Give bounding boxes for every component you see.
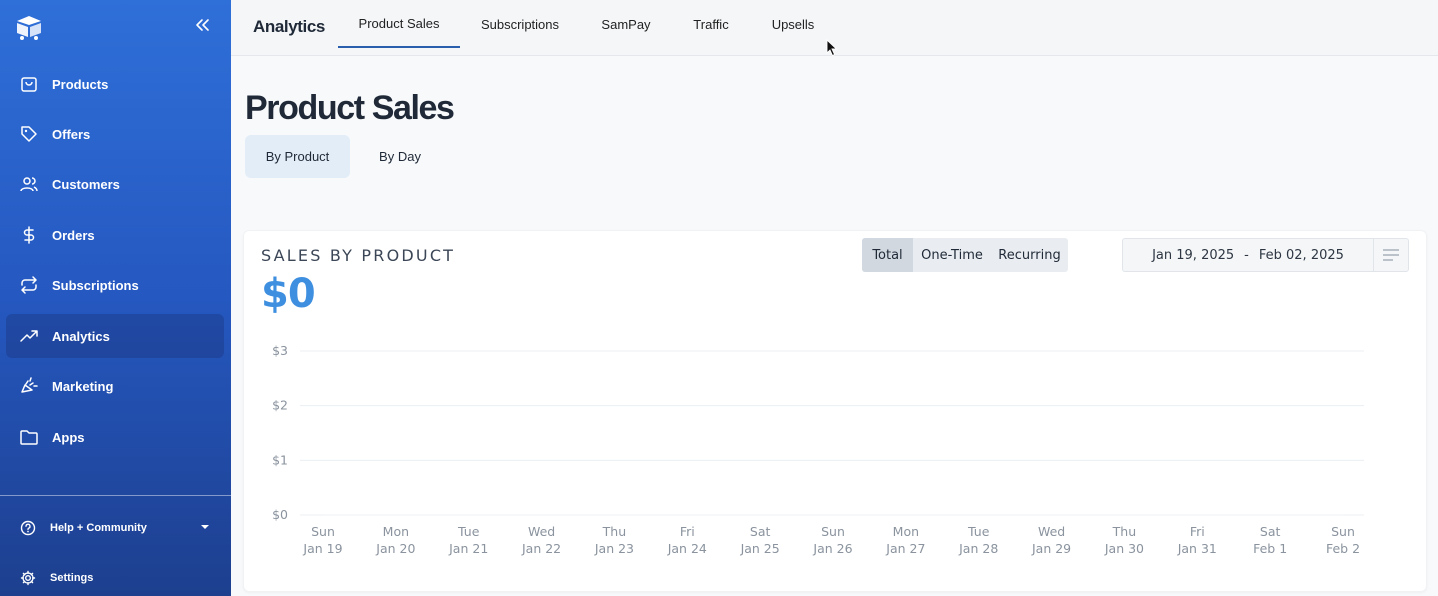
sidebar-item-marketing[interactable]: Marketing (6, 364, 224, 408)
x-tick-date: Jan 21 (448, 541, 488, 556)
tab-traffic[interactable]: Traffic (681, 0, 741, 48)
view-by-day-button[interactable]: By Day (356, 135, 444, 178)
date-range-picker[interactable]: Jan 19, 2025- Feb 02, 2025 (1122, 238, 1409, 272)
logo-icon[interactable] (14, 13, 44, 41)
tab-sampay[interactable]: SamPay (588, 0, 664, 48)
sidebar-item-products[interactable]: Products (6, 62, 224, 106)
card-title: SALES BY PRODUCT (261, 246, 456, 265)
x-tick-day: Sun (311, 524, 335, 539)
y-tick-label: $1 (272, 452, 288, 467)
x-tick-day: Wed (528, 524, 555, 539)
page-title: Product Sales (245, 89, 455, 127)
megaphone-icon (19, 376, 39, 396)
trending-up-icon (19, 326, 39, 346)
sales-total: $0 (261, 271, 316, 317)
segment-recurring[interactable]: Recurring (991, 238, 1068, 272)
x-tick-day: Sat (1260, 524, 1281, 539)
sidebar-item-label: Customers (52, 176, 120, 192)
segment-total[interactable]: Total (862, 238, 913, 272)
sidebar-item-customers[interactable]: Customers (6, 162, 224, 206)
settings-link[interactable]: Settings (14, 563, 219, 593)
sidebar-item-offers[interactable]: Offers (6, 112, 224, 156)
segment-one-time[interactable]: One-Time (913, 238, 991, 272)
sidebar: Products Offers Customers Orders Subscri… (0, 0, 231, 596)
view-by-product-button[interactable]: By Product (245, 135, 350, 178)
date-separator: - (1244, 247, 1249, 263)
tab-subscriptions[interactable]: Subscriptions (468, 0, 572, 48)
sales-chart: $0 $1 $2 $3 Sun Jan 19 Mon Jan 20 Tue Jan 21 Wed Ja… (272, 343, 1364, 556)
x-tick-day: Mon (383, 524, 409, 539)
gear-icon (20, 570, 36, 586)
x-tick-date: Jan 19 (302, 541, 342, 556)
help-community-menu[interactable]: Help + Community (14, 513, 219, 543)
sales-type-segmented-control: Total One-Time Recurring (862, 238, 1068, 272)
x-tick-day: Sun (821, 524, 845, 539)
folder-icon (19, 427, 39, 447)
section-title: Analytics (253, 17, 325, 36)
x-tick-day: Wed (1038, 524, 1065, 539)
x-tick-date: Jan 26 (812, 541, 852, 556)
x-tick-date: Jan 28 (958, 541, 998, 556)
x-tick-day: Tue (457, 524, 480, 539)
x-tick-date: Jan 30 (1104, 541, 1144, 556)
x-tick-date: Feb 1 (1253, 541, 1287, 556)
mouse-pointer-icon (826, 39, 838, 57)
x-tick-date: Jan 27 (885, 541, 925, 556)
x-tick-date: Jan 20 (375, 541, 415, 556)
x-tick-day: Mon (893, 524, 919, 539)
shopping-bag-icon (19, 74, 39, 94)
x-tick-day: Fri (1190, 524, 1205, 539)
tag-icon (19, 124, 39, 144)
collapse-sidebar-icon[interactable] (193, 14, 211, 36)
sidebar-item-label: Apps (52, 429, 85, 445)
x-tick-date: Jan 25 (740, 541, 780, 556)
x-tick-day: Thu (602, 524, 626, 539)
date-start: Jan 19, 2025 (1152, 247, 1235, 263)
sidebar-item-orders[interactable]: Orders (6, 213, 224, 257)
x-tick-date: Jan 23 (594, 541, 634, 556)
date-range-text: Jan 19, 2025- Feb 02, 2025 (1123, 248, 1373, 263)
settings-label: Settings (50, 572, 94, 584)
x-tick-date: Jan 24 (667, 541, 707, 556)
filter-menu-button[interactable] (1373, 239, 1408, 271)
sidebar-item-label: Subscriptions (52, 277, 139, 293)
users-icon (19, 174, 39, 194)
x-tick-date: Feb 2 (1326, 541, 1360, 556)
help-community-label: Help + Community (50, 522, 147, 534)
sidebar-item-apps[interactable]: Apps (6, 415, 224, 459)
x-tick-date: Jan 31 (1177, 541, 1217, 556)
menu-lines-icon (1383, 249, 1399, 261)
sidebar-divider (0, 495, 231, 496)
x-tick-day: Tue (967, 524, 990, 539)
sidebar-item-label: Analytics (52, 328, 110, 344)
sidebar-item-label: Offers (52, 126, 91, 142)
sidebar-item-analytics[interactable]: Analytics (6, 314, 224, 358)
x-tick-day: Sun (1331, 524, 1355, 539)
help-circle-icon (20, 520, 36, 536)
date-end: Feb 02, 2025 (1258, 247, 1344, 263)
sidebar-item-label: Products (52, 76, 109, 92)
y-tick-label: $2 (272, 398, 288, 413)
x-tick-date: Jan 22 (521, 541, 561, 556)
x-tick-day: Thu (1112, 524, 1136, 539)
sidebar-item-subscriptions[interactable]: Subscriptions (6, 263, 224, 307)
tab-product-sales[interactable]: Product Sales (338, 0, 460, 48)
y-tick-label: $0 (272, 507, 288, 522)
x-tick-date: Jan 29 (1031, 541, 1071, 556)
x-tick-day: Fri (680, 524, 695, 539)
sidebar-item-label: Orders (52, 227, 95, 243)
tab-upsells[interactable]: Upsells (759, 0, 827, 48)
x-tick-day: Sat (750, 524, 771, 539)
dollar-icon (19, 225, 39, 245)
repeat-icon (19, 275, 39, 295)
sidebar-item-label: Marketing (52, 378, 114, 394)
y-tick-label: $3 (272, 343, 288, 358)
chevron-down-icon (201, 525, 209, 529)
